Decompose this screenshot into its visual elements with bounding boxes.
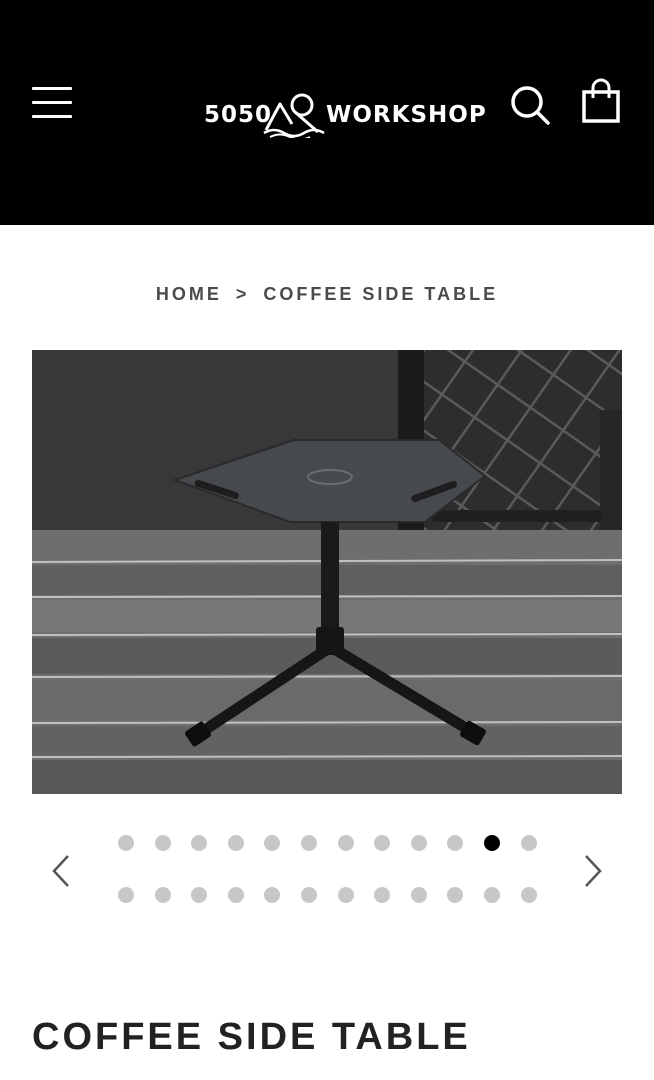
product-image[interactable] xyxy=(32,350,622,794)
breadcrumb-separator: > xyxy=(235,284,250,304)
gallery-dot[interactable] xyxy=(227,835,244,851)
shopping-bag-icon[interactable] xyxy=(580,78,622,124)
breadcrumb: HOME > COFFEE SIDE TABLE xyxy=(0,284,654,305)
gallery-dot[interactable] xyxy=(520,887,537,903)
gallery-dot[interactable] xyxy=(374,835,391,851)
site-header: 5050 WORKSHOP xyxy=(0,0,654,225)
gallery-dot[interactable] xyxy=(301,887,317,903)
gallery-dot[interactable] xyxy=(154,835,171,851)
gallery-dot[interactable] xyxy=(118,887,134,903)
chevron-left-icon[interactable] xyxy=(50,852,74,890)
chevron-right-icon[interactable] xyxy=(580,852,604,890)
gallery-dot[interactable] xyxy=(484,887,500,903)
breadcrumb-home-link[interactable]: HOME xyxy=(156,284,222,304)
breadcrumb-current: COFFEE SIDE TABLE xyxy=(263,284,499,304)
gallery-dot[interactable] xyxy=(337,835,354,851)
gallery-dot[interactable] xyxy=(410,887,427,903)
gallery-dot[interactable] xyxy=(447,835,464,851)
search-icon[interactable] xyxy=(509,84,551,126)
gallery-dot[interactable] xyxy=(191,835,208,851)
gallery-dot[interactable] xyxy=(154,887,171,903)
gallery-dot[interactable] xyxy=(264,835,281,851)
site-logo[interactable]: 5050 WORKSHOP xyxy=(204,88,486,138)
gallery-dot[interactable] xyxy=(374,887,391,903)
gallery-dot[interactable] xyxy=(520,835,537,851)
gallery-dot[interactable] xyxy=(264,887,281,903)
gallery-dot[interactable] xyxy=(227,887,244,903)
gallery-dot[interactable] xyxy=(484,835,500,851)
mountain-logo-icon xyxy=(263,93,325,138)
hamburger-menu-icon[interactable] xyxy=(32,87,72,119)
gallery-dot[interactable] xyxy=(191,887,208,903)
product-title: COFFEE SIDE TABLE xyxy=(32,1016,471,1058)
gallery-dot[interactable] xyxy=(301,835,317,851)
gallery-dot[interactable] xyxy=(118,835,134,851)
gallery-dot[interactable] xyxy=(447,887,464,903)
gallery-dot[interactable] xyxy=(410,835,427,851)
gallery-dot[interactable] xyxy=(337,887,354,903)
logo-text-right: WORKSHOP xyxy=(326,102,487,128)
